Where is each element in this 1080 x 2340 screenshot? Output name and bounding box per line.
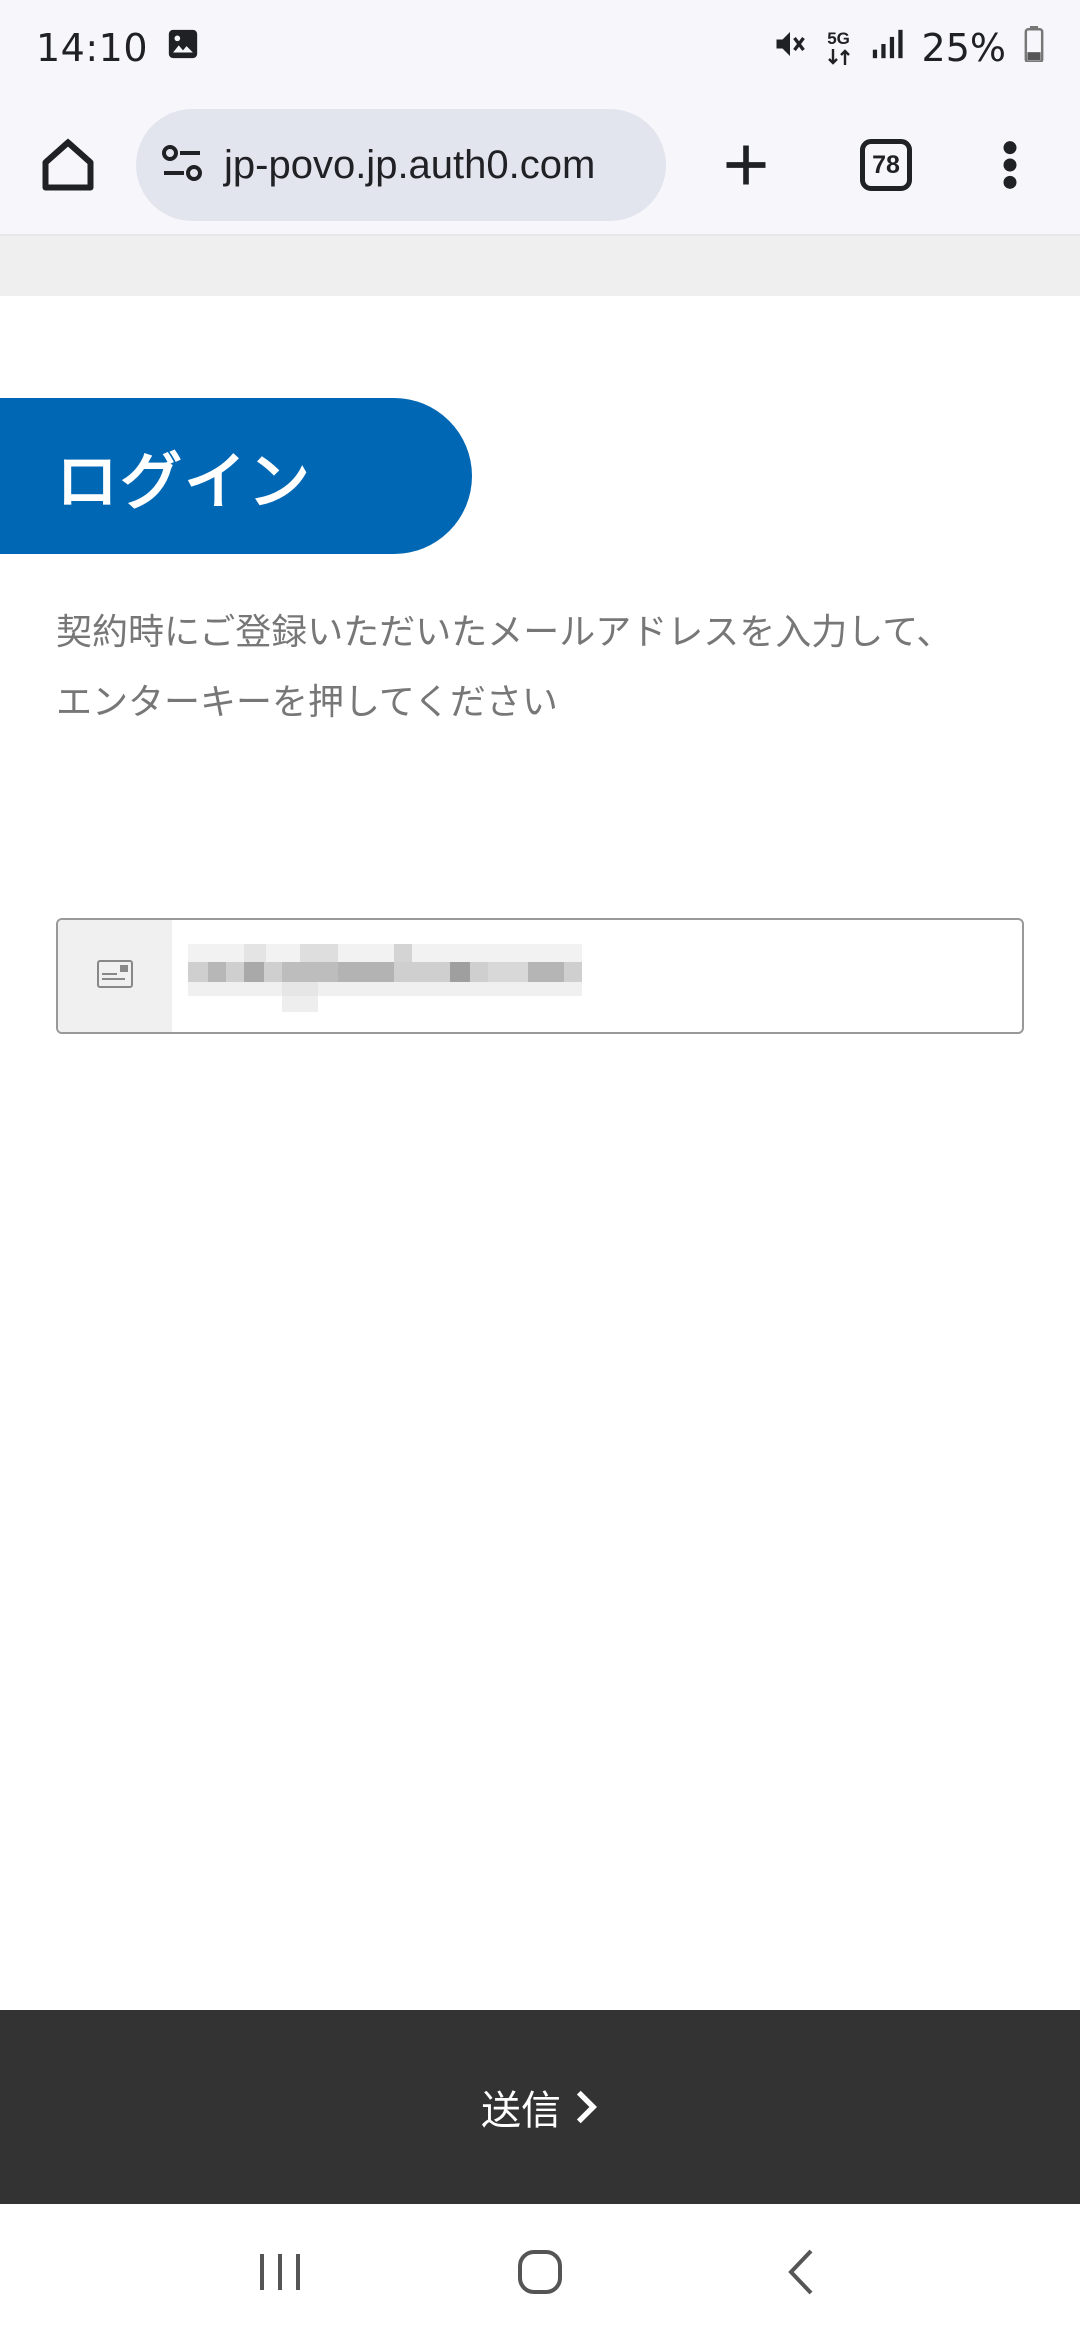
navigation-bar (0, 2204, 1080, 2340)
status-left: 14:10 (36, 26, 200, 70)
site-settings-icon[interactable] (158, 139, 206, 191)
instruction-line-2: エンターキーを押してください (56, 682, 558, 723)
tabs-icon[interactable]: 78 (860, 139, 912, 191)
email-card-icon (97, 960, 133, 992)
mute-icon (772, 26, 808, 71)
status-time: 14:10 (36, 26, 149, 70)
email-input-obscured[interactable] (172, 920, 1022, 1032)
login-instructions: 契約時にご登録いただいたメールアドレスを入力して、 エンターキーを押してください (56, 598, 1036, 738)
chevron-right-icon (573, 2089, 599, 2125)
tabs-button[interactable]: 78 (848, 127, 924, 203)
status-right: 5G 25% (772, 25, 1044, 71)
login-header: ログイン (0, 398, 472, 554)
battery-icon (1024, 25, 1044, 71)
obscured-text (188, 944, 582, 1012)
signal-icon (870, 27, 904, 70)
page-top-strip (0, 236, 1080, 296)
network-type: 5G (827, 28, 850, 48)
address-bar[interactable]: jp-povo.jp.auth0.com (136, 109, 666, 221)
email-field[interactable] (56, 918, 1024, 1034)
home-icon[interactable] (30, 127, 106, 203)
page-title: ログイン (56, 445, 313, 518)
back-icon[interactable] (755, 2227, 845, 2317)
instruction-line-1: 契約時にご登録いただいたメールアドレスを入力して、 (56, 612, 953, 653)
url-text[interactable]: jp-povo.jp.auth0.com (224, 143, 595, 188)
status-bar: 14:10 5G 25% (0, 0, 1080, 96)
battery-percent: 25% (921, 26, 1006, 70)
plus-icon[interactable] (708, 127, 784, 203)
home-circle-icon[interactable] (495, 2227, 585, 2317)
browser-toolbar: jp-povo.jp.auth0.com 78 (0, 96, 1080, 236)
screen: 14:10 5G 25% jp-povo.jp.auth0.com 78 ログイ… (0, 0, 1080, 2340)
email-icon-box (58, 920, 172, 1032)
submit-button[interactable]: 送信 (0, 2010, 1080, 2204)
5g-data-icon: 5G (826, 30, 852, 67)
more-vert-icon[interactable] (980, 127, 1040, 203)
submit-label: 送信 (481, 2088, 561, 2134)
recents-icon[interactable] (235, 2227, 325, 2317)
image-icon (166, 27, 200, 70)
